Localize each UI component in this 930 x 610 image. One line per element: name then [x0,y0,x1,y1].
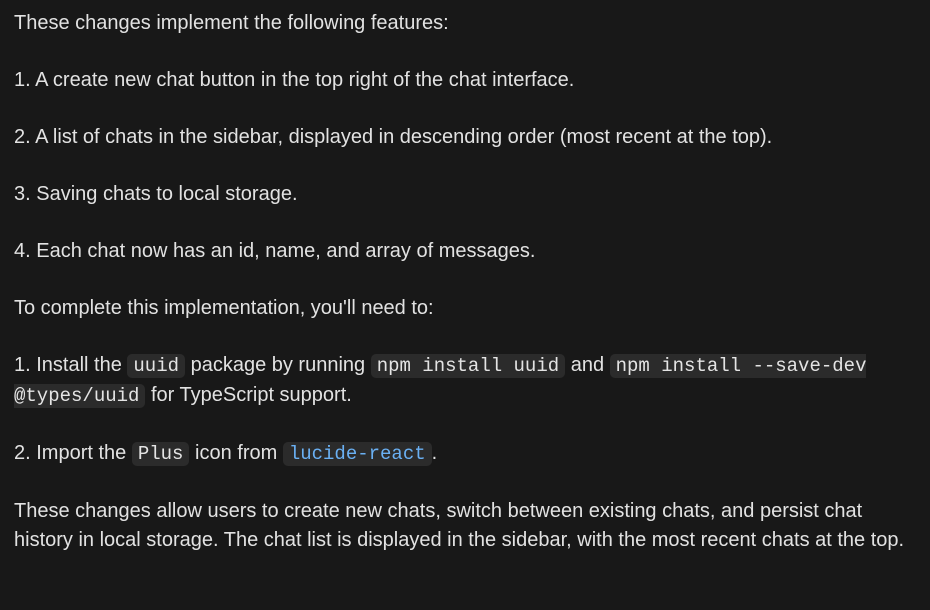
summary-text: These changes allow users to create new … [14,500,905,551]
feature-item: 2. A list of chats in the sidebar, displ… [14,126,773,148]
assistant-message: These changes implement the following fe… [0,0,930,555]
text: for TypeScript support. [145,384,352,406]
todo-intro: To complete this implementation, you'll … [14,297,434,319]
feature-item: 3. Saving chats to local storage. [14,183,298,205]
text: . [431,442,438,464]
step-install: 1. Install the uuid package by running n… [14,351,918,411]
text: and [565,354,610,376]
lucide-react-link[interactable]: lucide-react [282,442,432,466]
code-npm-install: npm install uuid [370,354,566,378]
text: package by running [185,354,371,376]
feature-item: 4. Each chat now has an id, name, and ar… [14,240,536,262]
feature-item: 1. A create new chat button in the top r… [14,69,575,91]
text: 2. Import the [14,442,132,464]
text: icon from [189,442,283,464]
code-plus: Plus [131,442,190,466]
intro-text: These changes implement the following fe… [14,12,449,34]
code-uuid: uuid [127,354,186,378]
step-import: 2. Import the Plus icon from lucide-reac… [14,439,918,469]
text: 1. Install the [14,354,128,376]
